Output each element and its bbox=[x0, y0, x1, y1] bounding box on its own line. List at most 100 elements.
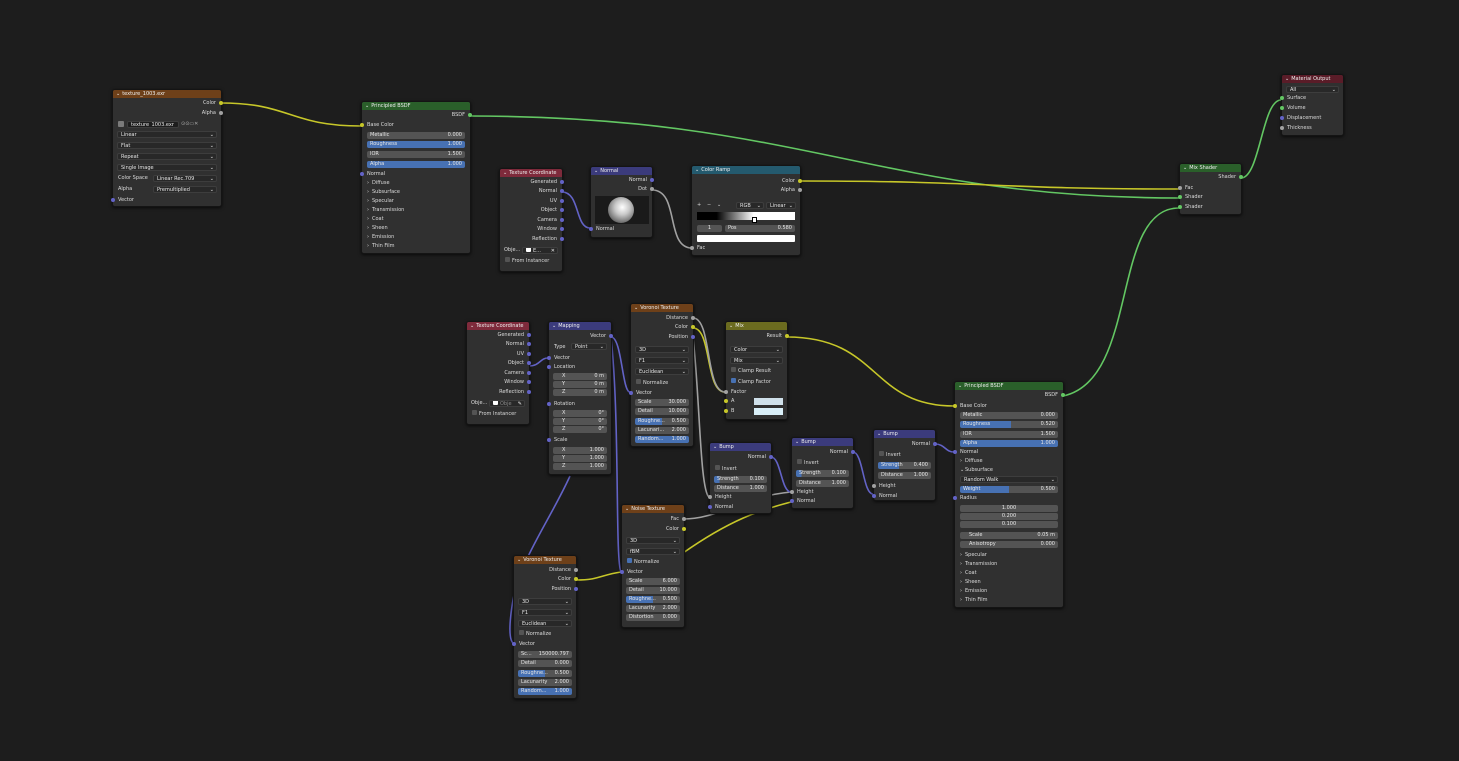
input-shader-b-socket[interactable] bbox=[1178, 205, 1182, 209]
invert-checkbox[interactable]: Invert bbox=[874, 451, 935, 460]
node-header[interactable]: ⌄ Voronoi Texture bbox=[514, 556, 576, 564]
mapping-type-select[interactable]: Point ⌄ bbox=[571, 343, 607, 350]
location-x-field[interactable]: X0 m bbox=[553, 373, 607, 380]
output-distance-socket[interactable] bbox=[691, 316, 695, 320]
scale-y-field[interactable]: Y 1.000 bbox=[553, 455, 607, 462]
output-generated-socket[interactable] bbox=[560, 180, 564, 184]
projection-select[interactable]: Flat ⌄ bbox=[117, 142, 217, 149]
remove-stop-icon[interactable]: − bbox=[707, 202, 711, 208]
node-header[interactable]: ⌄ Material Output bbox=[1282, 75, 1343, 83]
principled-bsdf-node-2[interactable]: ⌄ Principled BSDF BSDF Base Color Metalli… bbox=[953, 381, 1065, 608]
scale-field[interactable]: Sc... 150000.797 bbox=[518, 651, 572, 658]
roughness-field[interactable]: Roughne... 0.500 bbox=[626, 596, 680, 603]
input-vector-socket[interactable] bbox=[111, 198, 115, 202]
input-normal-socket[interactable] bbox=[953, 450, 957, 454]
input-vector-socket[interactable] bbox=[620, 570, 624, 574]
invert-checkbox[interactable]: Invert bbox=[792, 459, 853, 468]
data-type-select[interactable]: Color ⌄ bbox=[730, 346, 783, 353]
output-bsdf-socket[interactable] bbox=[1061, 393, 1065, 397]
node-header[interactable]: ⌄ Bump bbox=[710, 443, 771, 451]
from-instancer-checkbox[interactable]: From Instancer bbox=[467, 410, 529, 419]
detail-field[interactable]: Detail 0.000 bbox=[518, 660, 572, 667]
input-scale-socket[interactable] bbox=[547, 438, 551, 442]
location-y-field[interactable]: Y0 m bbox=[553, 381, 607, 388]
randomness-field[interactable]: Random... 1.000 bbox=[518, 688, 572, 695]
collapse-chevron-icon[interactable]: ⌄ bbox=[634, 304, 638, 312]
panel-coat[interactable]: Coat bbox=[362, 215, 470, 224]
input-normal-socket[interactable] bbox=[589, 227, 593, 231]
collapse-chevron-icon[interactable]: ⌄ bbox=[365, 102, 369, 110]
collapse-chevron-icon[interactable]: ⌄ bbox=[503, 169, 507, 177]
location-z-field[interactable]: Z0 m bbox=[553, 389, 607, 396]
roughness-field[interactable]: Roughness 0.520 bbox=[960, 421, 1058, 428]
distance-field[interactable]: Distance 1.000 bbox=[796, 480, 849, 487]
texture-coordinate-node-2[interactable]: ⌄ Texture Coordinate Generated Normal UV … bbox=[466, 321, 531, 425]
material-output-node[interactable]: ⌄ Material Output All ⌄ Surface Volume Dis… bbox=[1280, 74, 1344, 136]
collapse-chevron-icon[interactable]: ⌄ bbox=[1285, 75, 1289, 83]
image-name-field[interactable]: texture_1003.exr bbox=[127, 121, 179, 128]
scale-z-field[interactable]: Z 1.000 bbox=[553, 463, 607, 470]
voronoi-texture-node-1[interactable]: ⌄ Voronoi Texture Distance Color Position… bbox=[629, 303, 695, 447]
object-picker[interactable]: Obje ✎ bbox=[489, 400, 525, 407]
input-vector-socket[interactable] bbox=[547, 356, 551, 360]
output-object-socket[interactable] bbox=[527, 361, 531, 365]
node-header[interactable]: ⌄ Principled BSDF bbox=[362, 102, 470, 110]
feature-select[interactable]: F1 ⌄ bbox=[518, 609, 572, 616]
output-normal-socket[interactable] bbox=[851, 450, 855, 454]
subsurface-weight-field[interactable]: Weight 0.500 bbox=[960, 486, 1058, 493]
input-fac-socket[interactable] bbox=[690, 246, 694, 250]
color-b-swatch[interactable] bbox=[754, 408, 783, 415]
scale-x-field[interactable]: X 1.000 bbox=[553, 447, 607, 454]
node-header[interactable]: ⌄ Normal bbox=[591, 167, 652, 175]
output-alpha-socket[interactable] bbox=[219, 111, 223, 115]
add-stop-icon[interactable]: + bbox=[697, 202, 701, 208]
output-normal-socket[interactable] bbox=[933, 442, 937, 446]
ior-field[interactable]: IOR 1.500 bbox=[367, 151, 465, 158]
strength-field[interactable]: Strength 0.100 bbox=[714, 476, 767, 483]
stop-handle[interactable] bbox=[752, 217, 757, 223]
panel-diffuse[interactable]: Diffuse bbox=[955, 457, 1063, 466]
noise-type-select[interactable]: fBM ⌄ bbox=[626, 548, 680, 555]
panel-subsurface[interactable]: Subsurface bbox=[955, 466, 1063, 475]
input-vector-socket[interactable] bbox=[629, 391, 633, 395]
scale-field[interactable]: Scale 30.000 bbox=[635, 399, 689, 406]
node-header[interactable]: ⌄ Noise Texture bbox=[622, 505, 684, 513]
render-target-select[interactable]: All ⌄ bbox=[1286, 86, 1339, 93]
radius-y-field[interactable]: 0.200 bbox=[960, 513, 1058, 520]
lacunarity-field[interactable]: Lacunarity 2.000 bbox=[518, 679, 572, 686]
alpha-field[interactable]: Alpha 1.000 bbox=[960, 440, 1058, 447]
mix-node[interactable]: ⌄ Mix Result Color ⌄ Mix ⌄ Clamp Result Cla… bbox=[724, 321, 789, 420]
input-normal-socket[interactable] bbox=[360, 172, 364, 176]
color-a-swatch[interactable] bbox=[754, 398, 783, 405]
collapse-chevron-icon[interactable]: ⌄ bbox=[552, 322, 556, 330]
panel-specular[interactable]: Specular bbox=[362, 197, 470, 206]
interpolation-select[interactable]: Linear ⌄ bbox=[766, 202, 796, 209]
output-normal-socket[interactable] bbox=[527, 342, 531, 346]
collapse-chevron-icon[interactable]: ⌄ bbox=[470, 322, 474, 330]
node-header[interactable]: ⌄ Color Ramp bbox=[692, 166, 800, 174]
input-base-color-socket[interactable] bbox=[953, 404, 957, 408]
image-texture-node[interactable]: ⌄ texture_1003.exr Color Alpha texture_10… bbox=[111, 89, 223, 207]
output-window-socket[interactable] bbox=[527, 380, 531, 384]
input-fac-socket[interactable] bbox=[1178, 186, 1182, 190]
output-window-socket[interactable] bbox=[560, 227, 564, 231]
detail-field[interactable]: Detail 10.000 bbox=[635, 408, 689, 415]
dimensions-select[interactable]: 3D ⌄ bbox=[626, 537, 680, 544]
output-normal-socket[interactable] bbox=[769, 455, 773, 459]
panel-transmission[interactable]: Transmission bbox=[955, 560, 1063, 569]
node-header[interactable]: ⌄ Mapping bbox=[549, 322, 611, 330]
panel-thin-film[interactable]: Thin Film bbox=[362, 242, 470, 251]
metallic-field[interactable]: Metallic 0.000 bbox=[960, 412, 1058, 419]
strength-field[interactable]: Strength 0.400 bbox=[878, 462, 931, 469]
collapse-chevron-icon[interactable]: ⌄ bbox=[625, 505, 629, 513]
clamp-factor-checkbox[interactable]: Clamp Factor bbox=[726, 378, 787, 387]
output-camera-socket[interactable] bbox=[560, 218, 564, 222]
subsurface-scale-field[interactable]: Scale 0.05 m bbox=[960, 532, 1058, 539]
output-camera-socket[interactable] bbox=[527, 371, 531, 375]
collapse-chevron-icon[interactable]: ⌄ bbox=[1183, 164, 1187, 172]
bump-node-2[interactable]: ⌄ Bump Normal Invert Strength 0.100 Distan… bbox=[790, 437, 855, 509]
output-position-socket[interactable] bbox=[574, 587, 578, 591]
panel-diffuse[interactable]: Diffuse bbox=[362, 179, 470, 188]
panel-thin-film[interactable]: Thin Film bbox=[955, 596, 1063, 605]
collapse-chevron-icon[interactable]: ⌄ bbox=[695, 166, 699, 174]
